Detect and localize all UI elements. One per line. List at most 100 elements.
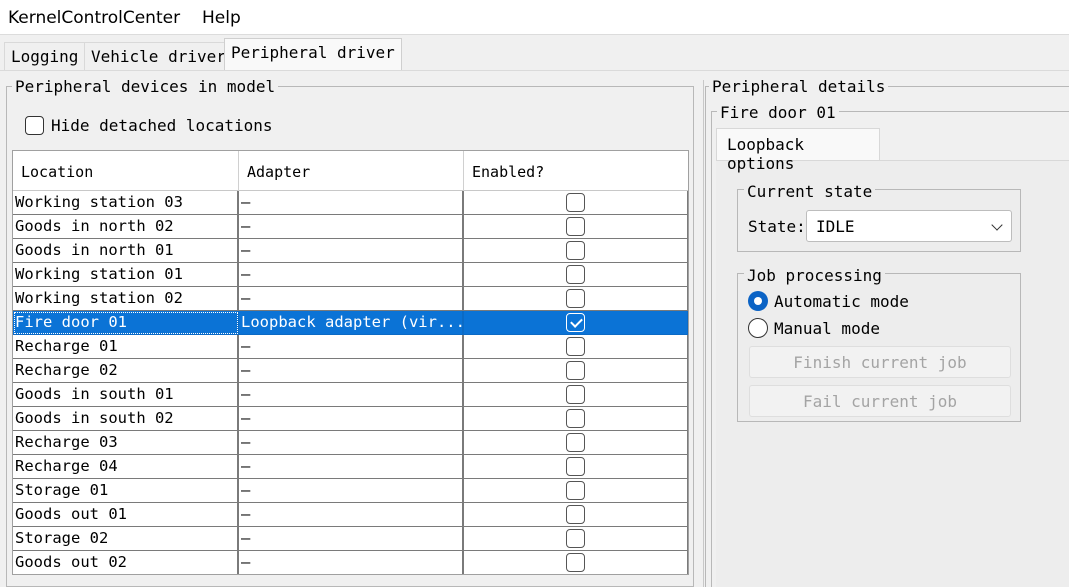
enabled-checkbox[interactable] [566,457,585,476]
tab-loopback-options[interactable]: Loopback options [716,128,880,173]
enabled-checkbox[interactable] [566,529,585,548]
location-cell[interactable]: Goods in north 01 [13,239,239,263]
enabled-cell [464,479,688,503]
table-header: Location Adapter Enabled? [13,151,688,191]
enabled-cell [464,215,688,239]
table-row[interactable]: Goods in south 02– [13,407,688,431]
adapter-cell[interactable]: – [239,335,464,359]
enabled-checkbox[interactable] [566,193,585,212]
location-cell[interactable]: Working station 01 [13,263,239,287]
table-row[interactable]: Goods out 02– [13,551,688,574]
location-cell[interactable]: Goods out 02 [13,551,239,574]
location-cell[interactable]: Goods out 01 [13,503,239,527]
enabled-cell [464,407,688,431]
location-cell[interactable]: Fire door 01 [13,311,239,335]
enabled-cell [464,239,688,263]
enabled-checkbox[interactable] [566,265,585,284]
table-body: Working station 03– Goods in north 02– Goo… [13,191,688,574]
enabled-cell [464,431,688,455]
enabled-checkbox[interactable] [566,505,585,524]
table-row[interactable]: Storage 02– [13,527,688,551]
table-row[interactable]: Goods in south 01– [13,383,688,407]
location-cell[interactable]: Recharge 03 [13,431,239,455]
manual-mode-label: Manual mode [774,319,880,338]
tab-vehicle-driver[interactable]: Vehicle driver [84,42,233,70]
adapter-cell[interactable]: Loopback adapter (vir... [239,311,464,335]
enabled-checkbox[interactable] [566,289,585,308]
adapter-cell[interactable]: – [239,215,464,239]
table-row[interactable]: Recharge 02– [13,359,688,383]
table-row[interactable]: Working station 03– [13,191,688,215]
menu-bar: KernelControlCenter Help [0,0,1069,35]
enabled-checkbox[interactable] [566,385,585,404]
adapter-cell[interactable]: – [239,239,464,263]
adapter-cell[interactable]: – [239,479,464,503]
location-cell[interactable]: Working station 03 [13,191,239,215]
table-row[interactable]: Working station 01– [13,263,688,287]
tab-pane-divider [0,70,1069,71]
menu-kernel-control-center[interactable]: KernelControlCenter [8,8,180,28]
peripheral-table: Location Adapter Enabled? Working statio… [12,150,689,575]
table-row[interactable]: Working station 02– [13,287,688,311]
enabled-checkbox[interactable] [566,553,585,572]
location-cell[interactable]: Recharge 02 [13,359,239,383]
location-cell[interactable]: Goods in north 02 [13,215,239,239]
enabled-cell [464,359,688,383]
enabled-cell [464,191,688,215]
adapter-cell[interactable]: – [239,191,464,215]
enabled-cell [464,311,688,335]
enabled-checkbox[interactable] [566,433,585,452]
location-cell[interactable]: Goods in south 02 [13,407,239,431]
table-row[interactable]: Goods out 01– [13,503,688,527]
location-cell[interactable]: Goods in south 01 [13,383,239,407]
location-cell[interactable]: Recharge 04 [13,455,239,479]
manual-mode-radio[interactable] [748,318,768,338]
device-title: Fire door 01 [717,103,839,122]
table-row[interactable]: Goods in north 02– [13,215,688,239]
column-header-adapter[interactable]: Adapter [239,151,464,191]
fail-current-job-button[interactable]: Fail current job [749,385,1011,417]
table-row[interactable]: Recharge 01– [13,335,688,359]
enabled-cell [464,263,688,287]
enabled-checkbox[interactable] [566,217,585,236]
enabled-checkbox[interactable] [566,313,585,332]
state-select[interactable]: IDLE [806,210,1012,242]
enabled-checkbox[interactable] [566,481,585,500]
adapter-cell[interactable]: – [239,359,464,383]
location-cell[interactable]: Storage 02 [13,527,239,551]
current-state-title: Current state [744,182,876,201]
adapter-cell[interactable]: – [239,431,464,455]
peripheral-devices-title: Peripheral devices in model [12,77,279,96]
table-row[interactable]: Fire door 01 Loopback adapter (vir... [13,311,688,335]
enabled-checkbox[interactable] [566,361,585,380]
adapter-cell[interactable]: – [239,407,464,431]
menu-help[interactable]: Help [202,8,241,28]
enabled-cell [464,503,688,527]
enabled-checkbox[interactable] [566,337,585,356]
state-value: IDLE [816,217,855,236]
tab-logging[interactable]: Logging [4,42,86,70]
adapter-cell[interactable]: – [239,503,464,527]
adapter-cell[interactable]: – [239,287,464,311]
adapter-cell[interactable]: – [239,551,464,574]
table-row[interactable]: Storage 01– [13,479,688,503]
adapter-cell[interactable]: – [239,263,464,287]
finish-current-job-button[interactable]: Finish current job [749,346,1011,378]
location-cell[interactable]: Storage 01 [13,479,239,503]
column-header-enabled[interactable]: Enabled? [464,151,688,191]
adapter-cell[interactable]: – [239,383,464,407]
table-row[interactable]: Recharge 03– [13,431,688,455]
table-row[interactable]: Recharge 04– [13,455,688,479]
chevron-down-icon [991,219,1003,231]
table-row[interactable]: Goods in north 01– [13,239,688,263]
enabled-checkbox[interactable] [566,409,585,428]
adapter-cell[interactable]: – [239,455,464,479]
location-cell[interactable]: Recharge 01 [13,335,239,359]
enabled-checkbox[interactable] [566,241,585,260]
tab-peripheral-driver[interactable]: Peripheral driver [224,38,402,71]
column-header-location[interactable]: Location [13,151,239,191]
location-cell[interactable]: Working station 02 [13,287,239,311]
hide-detached-checkbox[interactable] [25,116,44,135]
adapter-cell[interactable]: – [239,527,464,551]
automatic-mode-radio[interactable] [748,291,768,311]
